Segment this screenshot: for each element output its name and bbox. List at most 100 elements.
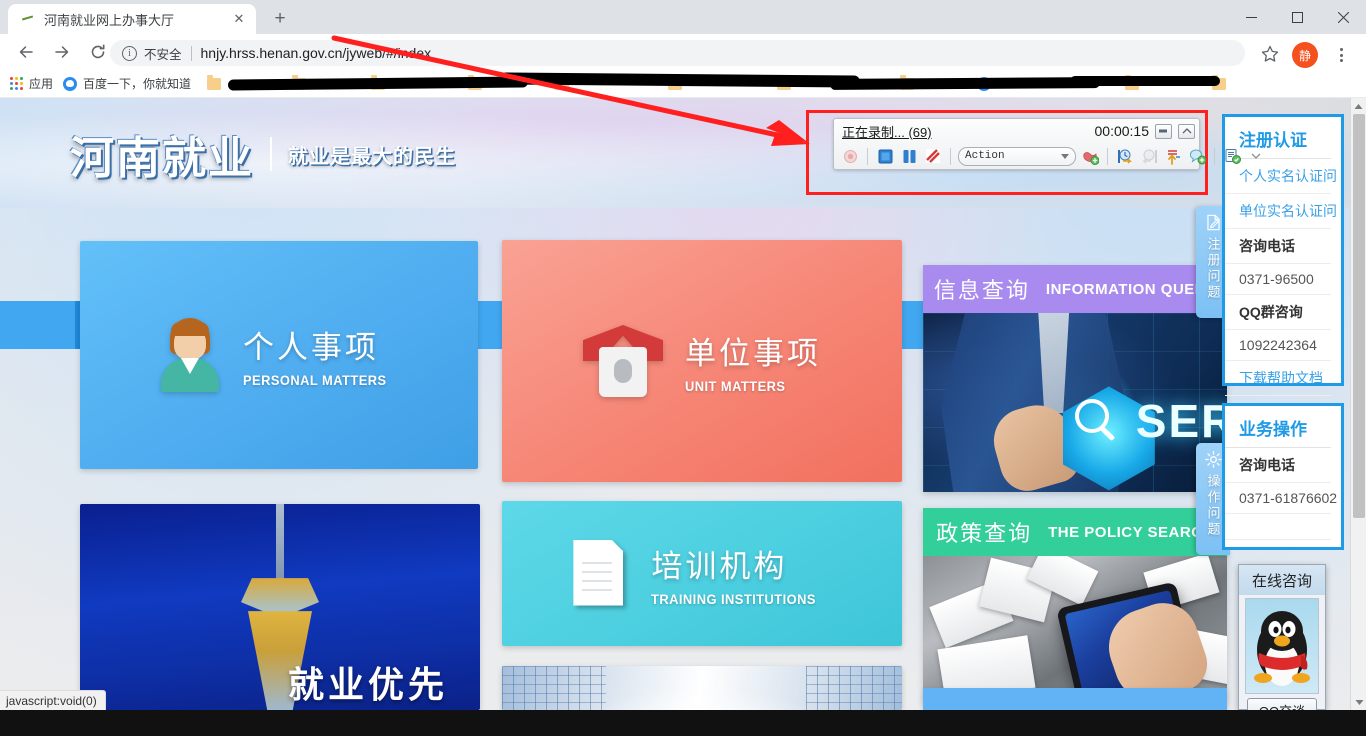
minimize-icon[interactable]	[1228, 0, 1274, 34]
apps-shortcut[interactable]: 应用	[10, 75, 53, 92]
tile-personal-matters[interactable]: 个人事项 PERSONAL MATTERS	[80, 241, 478, 469]
card-city[interactable]	[502, 666, 902, 710]
tile-title: 个人事项	[242, 330, 379, 365]
collapse-icon[interactable]	[1155, 123, 1172, 139]
scroll-up-arrow-icon[interactable]	[1351, 98, 1366, 114]
document-icon	[573, 539, 629, 608]
card-title: 政策查询	[936, 521, 1033, 546]
tab-title: 河南就业网上办事大厅	[44, 12, 175, 28]
close-icon[interactable]: ✕	[230, 10, 248, 28]
panel-link-unit-auth[interactable]: 单位实名认证问	[1225, 194, 1337, 229]
add-checkpoint-icon[interactable]	[1222, 146, 1242, 166]
panel-spacer-row	[1225, 514, 1331, 540]
browser-toolbar: i 不安全 hnjy.hrss.henan.gov.cn/jyweb/#/ind…	[0, 34, 1366, 70]
qq-chat-button[interactable]: QQ交谈	[1247, 698, 1317, 710]
panel-value-qq-group: 1092242364	[1225, 330, 1331, 361]
tile-training-institutions[interactable]: 培训机构 TRAINING INSTITUTIONS	[502, 501, 902, 646]
bookmark-item[interactable]: 百度一下，你就知道	[63, 75, 191, 92]
panel-link-download-help[interactable]: 下载帮助文档	[1225, 361, 1331, 396]
panel-label-phone: 咨询电话	[1225, 448, 1331, 483]
browser-tab[interactable]: 河南就业网上办事大厅 ✕	[8, 4, 256, 34]
apps-grid-icon	[10, 77, 23, 90]
card-caption: 政策查询 THE POLICY SEARCH	[923, 508, 1227, 556]
city-photo	[502, 666, 902, 710]
panel-label-qq-group: QQ群咨询	[1225, 295, 1331, 330]
scroll-down-arrow-icon[interactable]	[1351, 694, 1366, 710]
recorder-controls-row: Action	[834, 143, 1261, 169]
cancel-icon[interactable]	[923, 146, 943, 166]
chevron-up-icon[interactable]	[1178, 123, 1195, 139]
status-bubble-text: javascript:void(0)	[6, 693, 97, 708]
record-icon[interactable]	[840, 146, 860, 166]
card-subtitle: INFORMATION QUERY	[1045, 280, 1217, 298]
baidu-icon	[63, 76, 78, 91]
tile-subtitle: UNIT MATTERS	[685, 378, 786, 394]
forward-arrow-icon[interactable]	[48, 38, 76, 66]
taskbar-strip	[0, 710, 1366, 736]
site-logo[interactable]: 河南就业 就业是最大的民生	[70, 122, 456, 186]
papers-photo	[923, 556, 1227, 704]
pause-icon[interactable]	[899, 146, 919, 166]
bookmark-item[interactable]	[1212, 75, 1291, 90]
bookmark-star-icon[interactable]	[1260, 44, 1280, 64]
tile-title: 培训机构	[651, 548, 788, 584]
address-bar[interactable]: i 不安全 hnjy.hrss.henan.gov.cn/jyweb/#/ind…	[110, 40, 1245, 66]
add-comment-icon[interactable]	[1187, 146, 1207, 166]
tile-title: 单位事项	[685, 336, 821, 371]
chevron-down-icon[interactable]	[1246, 146, 1266, 166]
recorder-status-row: 正在录制... (69) 00:00:15	[834, 119, 1199, 143]
close-window-icon[interactable]	[1320, 0, 1366, 34]
action-select-value: Action	[965, 150, 1005, 162]
card-subtitle: THE POLICY SEARCH	[1048, 523, 1214, 541]
maximize-icon[interactable]	[1274, 0, 1320, 34]
qq-widget-title: 在线咨询	[1239, 565, 1325, 595]
redaction-stroke	[1070, 76, 1220, 86]
move-up-icon[interactable]	[1163, 146, 1183, 166]
panel-label-phone: 咨询电话	[1225, 229, 1331, 264]
recorder-status-text: 正在录制... (69)	[842, 124, 932, 140]
qq-penguin-icon	[1245, 598, 1319, 694]
folder-icon	[207, 75, 222, 90]
card-information-query[interactable]: 信息查询 INFORMATION QUERY SERVI	[923, 265, 1227, 492]
tab-strip: 河南就业网上办事大厅 ✕ +	[0, 0, 1366, 34]
panel-business-operation: 业务操作 咨询电话 0371-61876602	[1222, 403, 1344, 550]
person-icon	[159, 318, 221, 392]
security-label: 不安全	[144, 47, 182, 62]
insert-before-icon[interactable]	[1115, 146, 1135, 166]
page-scrollbar[interactable]	[1350, 98, 1366, 710]
scrollbar-thumb[interactable]	[1353, 114, 1365, 518]
qq-consult-widget: 在线咨询 QQ交谈	[1238, 564, 1326, 710]
new-tab-button[interactable]: +	[266, 6, 294, 32]
reload-icon[interactable]	[84, 38, 112, 66]
tower-photo: 就业优先	[80, 504, 480, 710]
status-bubble: javascript:void(0)	[0, 690, 106, 710]
back-arrow-icon[interactable]	[12, 38, 40, 66]
bottom-blue-bar	[923, 688, 1227, 710]
card-title: 信息查询	[933, 278, 1030, 303]
action-select[interactable]: Action	[958, 146, 1076, 166]
side-tab-label: 注册问题	[1205, 237, 1221, 301]
card-policy-search[interactable]: 政策查询 THE POLICY SEARCH	[923, 508, 1227, 704]
card-caption: 信息查询 INFORMATION QUERY	[923, 265, 1227, 313]
logo-main-text: 河南就业	[70, 134, 254, 183]
card-title: 就业优先	[288, 665, 449, 705]
profile-avatar[interactable]: 静	[1292, 42, 1318, 68]
apps-label: 应用	[29, 77, 54, 91]
info-icon[interactable]: i	[122, 45, 137, 61]
insert-after-icon	[1139, 146, 1159, 166]
add-action-icon[interactable]	[1080, 146, 1100, 166]
card-employment-first[interactable]: 就业优先	[80, 504, 480, 710]
tech-photo: SERVI	[923, 313, 1227, 492]
tile-subtitle: TRAINING INSTITUTIONS	[651, 590, 817, 607]
browser-window: 河南就业网上办事大厅 ✕ + i 不安全 hnjy.hrss.henan.gov…	[0, 0, 1366, 736]
edit-document-icon	[1206, 214, 1220, 231]
panel-value-phone: 0371-61876602	[1225, 483, 1337, 514]
panel-title: 业务操作	[1225, 406, 1331, 448]
recorder-elapsed-time: 00:00:15	[1094, 123, 1150, 139]
bookmark-label: 百度一下，你就知道	[83, 77, 192, 91]
stop-icon[interactable]	[875, 146, 895, 166]
tile-unit-matters[interactable]: 单位事项 UNIT MATTERS	[502, 240, 902, 482]
window-controls	[1228, 0, 1366, 34]
browser-menu-icon[interactable]	[1328, 42, 1354, 68]
logo-slogan: 就业是最大的民生	[288, 145, 456, 168]
